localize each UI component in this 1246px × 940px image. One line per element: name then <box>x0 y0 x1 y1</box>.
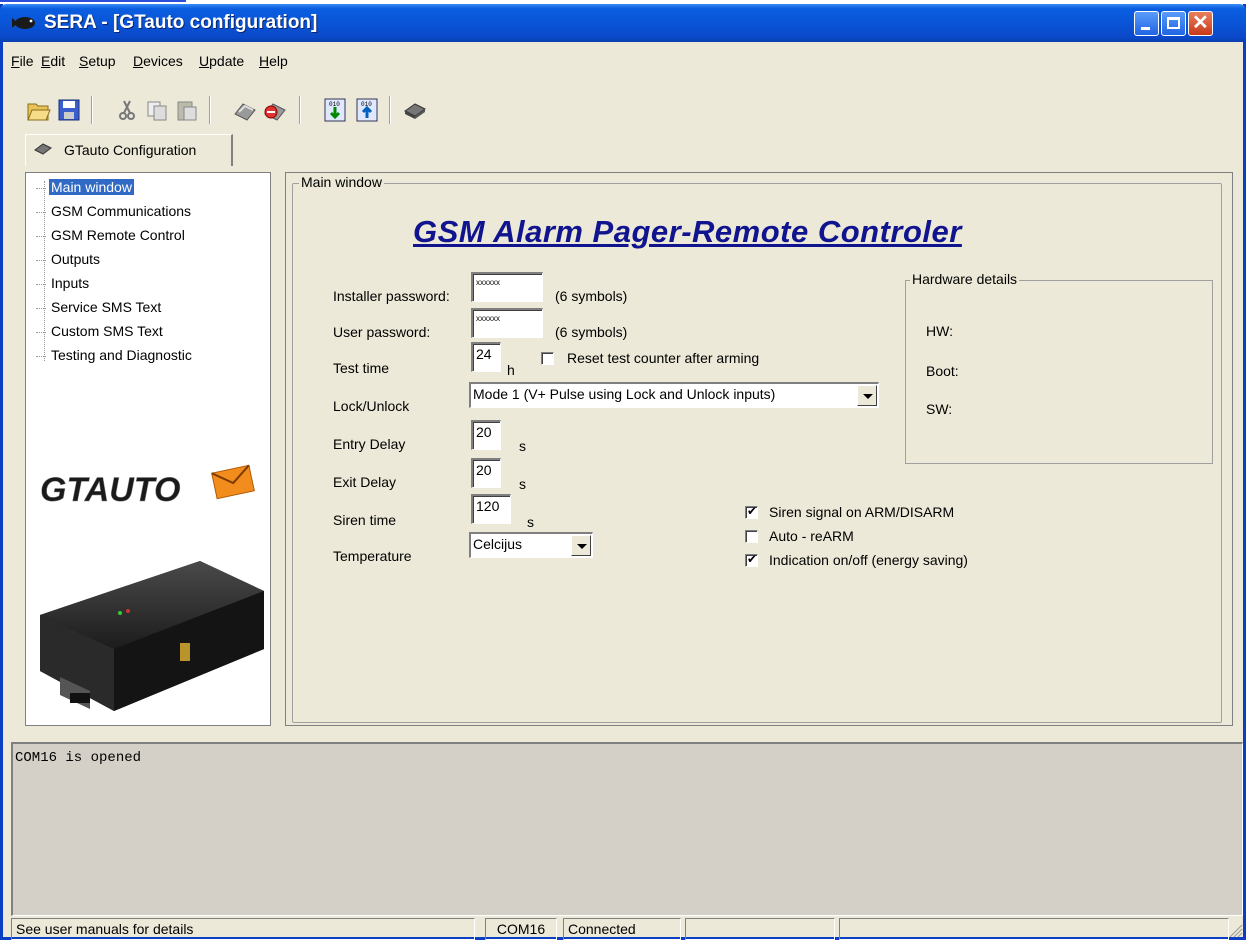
user-password-field[interactable]: xxxxxx <box>471 308 543 338</box>
maximize-button[interactable] <box>1161 11 1186 36</box>
lock-unlock-value: Mode 1 (V+ Pulse using Lock and Unlock i… <box>473 386 776 402</box>
status-panel-empty <box>839 918 1229 940</box>
exit-delay-unit: s <box>519 476 526 492</box>
sw-label: SW: <box>926 401 953 417</box>
app-fish-icon <box>12 17 35 29</box>
indication-label: Indication on/off (energy saving) <box>769 552 968 568</box>
hardware-details-title: Hardware details <box>910 271 1020 287</box>
save-icon[interactable] <box>55 96 83 124</box>
user-password-label: User password: <box>333 324 431 340</box>
entry-delay-field[interactable]: 20 <box>471 420 501 450</box>
toolbar: 010 010 <box>3 90 1243 130</box>
siren-time-field[interactable]: 120 <box>471 494 511 524</box>
tab-label: GTauto Configuration <box>64 142 197 158</box>
chevron-down-icon[interactable] <box>571 535 591 556</box>
log-line: COM16 is opened <box>15 750 142 766</box>
lock-unlock-label: Lock/Unlock <box>333 398 410 414</box>
upload-icon[interactable]: 010 <box>353 96 381 124</box>
hardware-details-group: Hardware details HW: Boot: SW: <box>905 271 1213 464</box>
toolbar-separator <box>209 96 211 124</box>
device-icon <box>34 143 52 155</box>
svg-text:010: 010 <box>329 101 340 108</box>
chevron-down-icon[interactable] <box>857 385 877 406</box>
test-time-unit: h <box>507 362 515 378</box>
status-message: See user manuals for details <box>11 918 475 940</box>
status-port: COM16 <box>485 918 557 940</box>
device-icon[interactable] <box>401 96 429 124</box>
cut-icon[interactable] <box>113 96 141 124</box>
auto-rearm-label: Auto - reARM <box>769 528 854 544</box>
group-title: Main window <box>299 174 384 190</box>
download-icon[interactable]: 010 <box>321 96 349 124</box>
status-bar: See user manuals for details COM16 Conne… <box>11 918 1243 940</box>
toolbar-separator <box>299 96 301 124</box>
exit-delay-field[interactable]: 20 <box>471 458 501 488</box>
installer-password-field[interactable]: xxxxxx <box>471 272 543 302</box>
toolbar-separator <box>389 96 391 124</box>
test-time-field[interactable]: 24 <box>471 342 501 372</box>
maximize-icon <box>1167 17 1180 29</box>
menu-bar: File Edit Setup Devices Update Help <box>3 50 1243 74</box>
siren-time-label: Siren time <box>333 512 397 528</box>
menu-edit[interactable]: Edit <box>41 53 65 69</box>
main-panel: Main window GSM Alarm Pager-Remote Contr… <box>285 172 1233 726</box>
reset-counter-checkbox[interactable] <box>541 352 554 365</box>
reset-counter-label: Reset test counter after arming <box>567 350 760 366</box>
siren-signal-label: Siren signal on ARM/DISARM <box>769 504 955 520</box>
top-link-underline <box>0 0 186 2</box>
app-window: SERA - [GTauto configuration] ✕ File Edi… <box>0 4 1246 940</box>
test-time-label: Test time <box>333 360 390 376</box>
installer-password-label: Installer password: <box>333 288 450 304</box>
user-password-hint: (6 symbols) <box>555 324 628 340</box>
menu-file[interactable]: File <box>11 53 34 69</box>
log-output[interactable]: COM16 is opened <box>11 742 1243 916</box>
entry-delay-unit: s <box>519 438 526 454</box>
copy-icon[interactable] <box>143 96 171 124</box>
menu-devices[interactable]: Devices <box>133 53 183 69</box>
page-heading: GSM Alarm Pager-Remote Controler <box>413 214 962 249</box>
svg-text:GTAUTO: GTAUTO <box>40 471 180 509</box>
minimize-button[interactable] <box>1134 11 1159 36</box>
siren-time-unit: s <box>527 514 534 530</box>
temperature-select[interactable]: Celcijus <box>469 532 593 558</box>
entry-delay-label: Entry Delay <box>333 436 406 452</box>
tree-connector <box>44 181 45 361</box>
indication-checkbox[interactable] <box>745 552 758 567</box>
status-connection: Connected <box>563 918 681 940</box>
lock-unlock-select[interactable]: Mode 1 (V+ Pulse using Lock and Unlock i… <box>469 382 879 408</box>
minimize-icon <box>1141 27 1150 30</box>
close-button[interactable]: ✕ <box>1188 11 1213 36</box>
temperature-value: Celcijus <box>473 536 523 552</box>
siren-signal-checkbox[interactable] <box>745 504 758 519</box>
paste-icon[interactable] <box>173 96 201 124</box>
temperature-label: Temperature <box>333 548 412 564</box>
status-panel-empty <box>685 918 835 940</box>
resize-grip-icon[interactable] <box>1229 922 1243 938</box>
gtauto-logo: GTAUTO <box>40 464 255 509</box>
hw-label: HW: <box>926 323 953 339</box>
toolbar-separator <box>91 96 93 124</box>
boot-label: Boot: <box>926 363 959 379</box>
menu-help[interactable]: Help <box>259 53 288 69</box>
disconnect-icon[interactable] <box>261 96 289 124</box>
title-bar[interactable]: SERA - [GTauto configuration] ✕ <box>0 4 1246 42</box>
open-folder-icon[interactable] <box>25 96 53 124</box>
navigation-panel: Main window GSM Communications GSM Remot… <box>25 172 271 726</box>
window-title: SERA - [GTauto configuration] <box>44 12 318 33</box>
auto-rearm-checkbox[interactable] <box>745 530 758 543</box>
menu-update[interactable]: Update <box>199 53 244 69</box>
connect-icon[interactable] <box>231 96 259 124</box>
installer-password-hint: (6 symbols) <box>555 288 628 304</box>
close-icon: ✕ <box>1192 12 1209 34</box>
menu-setup[interactable]: Setup <box>79 53 116 69</box>
exit-delay-label: Exit Delay <box>333 474 397 490</box>
gsm-device-image <box>40 561 264 711</box>
tab-gtauto-configuration[interactable]: GTauto Configuration <box>25 134 233 166</box>
main-window-group: Main window GSM Alarm Pager-Remote Contr… <box>292 174 1222 723</box>
